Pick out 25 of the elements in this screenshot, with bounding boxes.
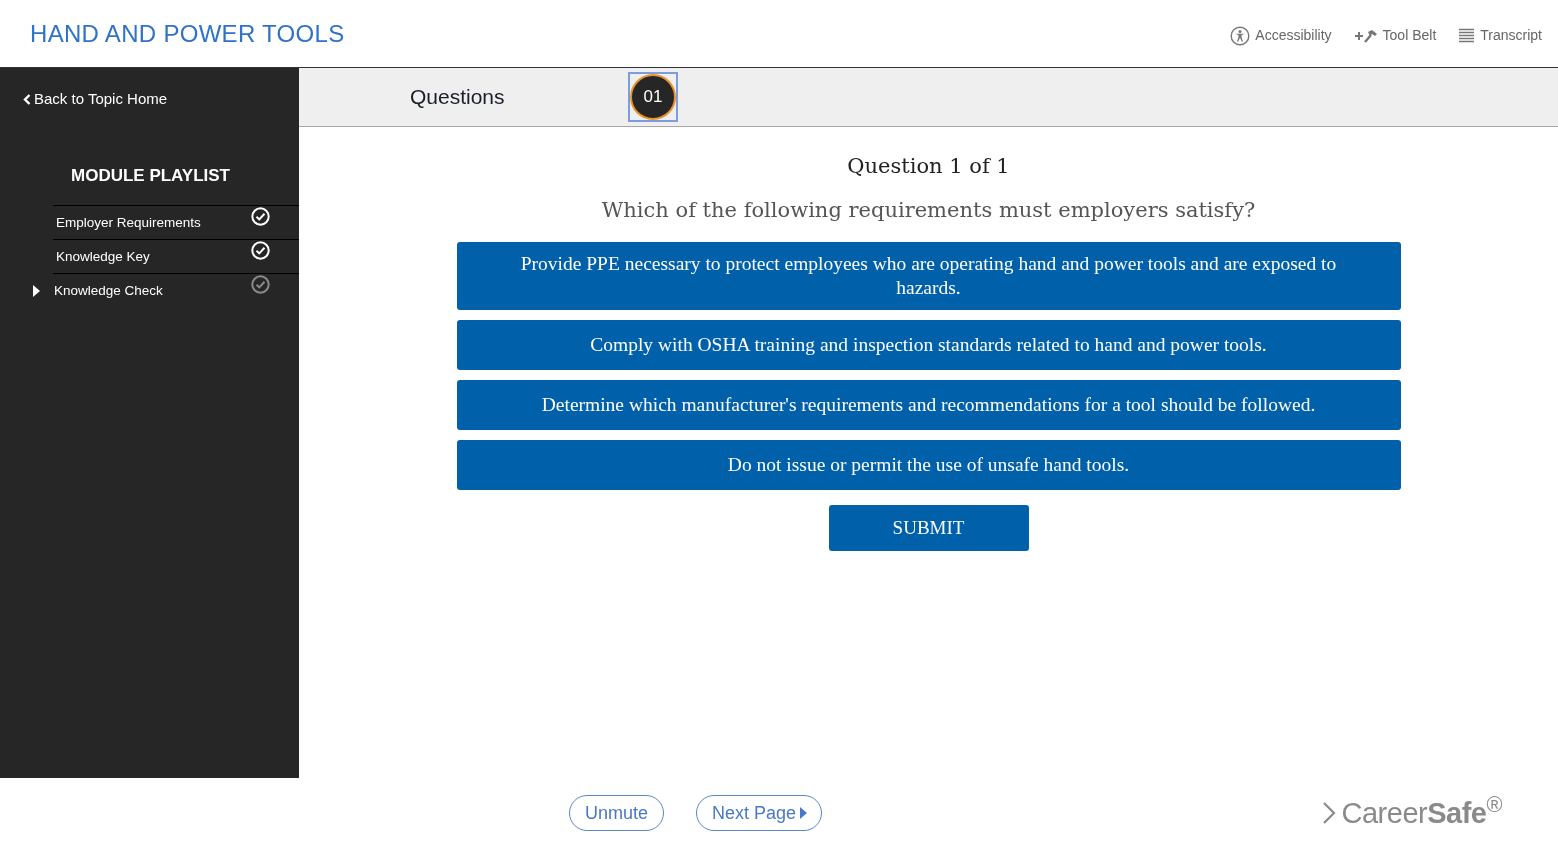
chevron-left-icon xyxy=(23,93,31,105)
careersafe-logo: CareerSafe$^{®}$ xyxy=(1341,798,1502,828)
toolbar-link[interactable]: Transcript xyxy=(1458,25,1542,46)
answer-option[interactable]: Do not issue or permit the use of unsafe hand tools. xyxy=(456,440,1401,490)
playlist-item[interactable]: Employer Requirements xyxy=(53,205,299,239)
course-title: HAND AND POWER TOOLS xyxy=(30,18,345,49)
playlist-item[interactable]: Knowledge Key xyxy=(53,239,299,273)
toolbar-link[interactable]: Tool Belt xyxy=(1353,25,1437,46)
question-number-button[interactable]: 01 xyxy=(628,72,678,122)
answer-option[interactable]: Comply with OSHA training and inspection standards related to hand and power tools. xyxy=(456,320,1401,370)
question-counter: Question 1 of 1 xyxy=(847,153,1010,180)
lines-icon xyxy=(1458,28,1476,43)
chevron-right-icon xyxy=(1321,801,1336,825)
playlist-item[interactable]: Knowledge Check xyxy=(53,273,299,307)
toolbar-link[interactable]: Accessibility xyxy=(1230,25,1332,46)
plus-hammer-icon xyxy=(1353,27,1378,44)
answer-option[interactable]: Provide PPE necessary to protect employees who are operating hand and power tools and are exposed to hazards. xyxy=(456,242,1401,310)
playlist-heading: MODULE PLAYLIST xyxy=(71,164,230,187)
caret-right-icon xyxy=(800,807,808,819)
accessibility-icon xyxy=(1230,25,1251,46)
questions-title: Questions xyxy=(410,84,506,111)
question-prompt: Which of the following requirements must employers satisfy? xyxy=(601,196,1256,224)
back-link[interactable]: Back to Topic Home xyxy=(23,88,168,111)
submit-button[interactable]: SUBMIT xyxy=(828,505,1029,551)
answer-option[interactable]: Determine which manufacturer's requirements and recommendations for a tool should be followed. xyxy=(456,380,1401,430)
